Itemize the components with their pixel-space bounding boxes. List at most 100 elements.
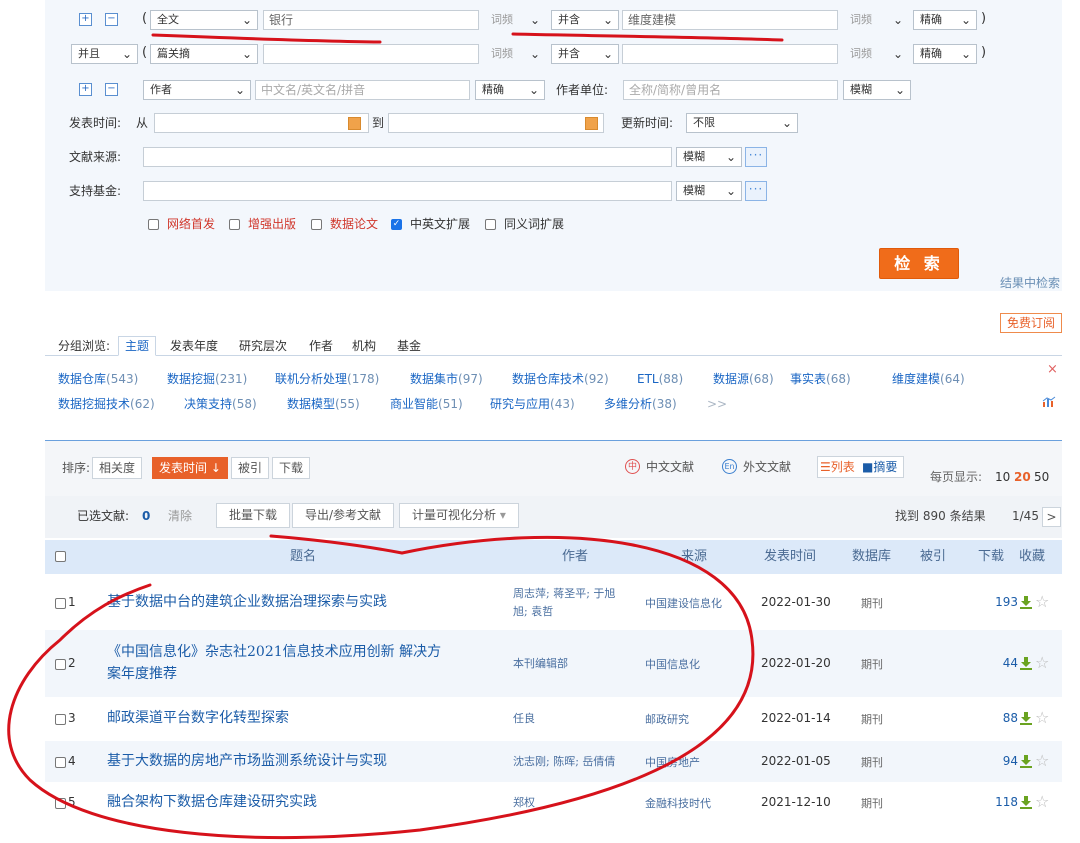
next-page-button[interactable]: > [1042, 507, 1061, 527]
keyword-chip[interactable]: ETL(88) [637, 371, 683, 387]
freq-select-3[interactable]: 词频 ⌄ [484, 44, 546, 64]
option-checkbox-data-paper[interactable] [311, 219, 322, 230]
group-tab-level[interactable]: 研究层次 [239, 338, 287, 354]
sort-cited[interactable]: 被引 [231, 457, 270, 479]
keyword-input-1[interactable]: 银行 [263, 10, 479, 30]
keyword-chip[interactable]: 数据源(68) [713, 371, 774, 387]
keyword-chip[interactable]: 维度建模(64) [892, 371, 965, 387]
col-cited[interactable]: 被引 [920, 549, 946, 565]
option-checkbox-zh-en[interactable]: ✓ [391, 219, 402, 230]
logic-select-2[interactable]: 并含 ⌄ [551, 44, 619, 64]
row-author[interactable]: 周志萍; 蒋圣平; 于旭 [513, 586, 615, 602]
search-button[interactable]: 检 索 [879, 248, 959, 279]
row-title-line2[interactable]: 案年度推荐 [107, 664, 177, 685]
row-downloads[interactable]: 94 [1003, 754, 1018, 768]
match-select-2[interactable]: 精确 ⌄ [913, 44, 977, 64]
col-date[interactable]: 发表时间 [764, 549, 816, 565]
date-from-input[interactable] [154, 113, 369, 133]
row-checkbox[interactable] [55, 756, 66, 768]
row-title[interactable]: 邮政渠道平台数字化转型探索 [107, 708, 289, 729]
update-time-select[interactable]: 不限 ⌄ [686, 113, 798, 133]
field-select-1[interactable]: 全文 ⌄ [150, 10, 258, 30]
option-checkbox-synonym[interactable] [485, 219, 496, 230]
group-tab-author[interactable]: 作者 [309, 338, 333, 354]
favorite-star-icon[interactable]: ☆ [1035, 751, 1049, 770]
remove-row-icon[interactable]: − [105, 83, 118, 96]
keyword-input-3[interactable] [263, 44, 479, 64]
row-source[interactable]: 金融科技时代 [645, 795, 711, 811]
keyword-chip[interactable]: 商业智能(51) [390, 396, 463, 412]
keyword-chip[interactable]: 研究与应用(43) [490, 396, 575, 412]
row-checkbox[interactable] [55, 658, 66, 670]
row-author[interactable]: 本刊编辑部 [513, 656, 568, 672]
keyword-chip[interactable]: 事实表(68) [790, 371, 851, 387]
favorite-star-icon[interactable]: ☆ [1035, 653, 1049, 672]
search-in-results-link[interactable]: 结果中检索 [1000, 274, 1060, 291]
keyword-chip[interactable]: 数据仓库技术(92) [512, 371, 609, 387]
favorite-star-icon[interactable]: ☆ [1035, 708, 1049, 727]
download-icon[interactable] [1020, 754, 1032, 768]
row-author[interactable]: 任良 [513, 711, 535, 727]
freq-select-2[interactable]: 词频 ⌄ [843, 10, 909, 30]
add-row-icon[interactable]: + [79, 13, 92, 26]
row-downloads[interactable]: 88 [1003, 711, 1018, 725]
keyword-chip[interactable]: 数据模型(55) [287, 396, 360, 412]
row-downloads[interactable]: 44 [1003, 656, 1018, 670]
col-download[interactable]: 下载 [978, 549, 1004, 565]
batch-download-button[interactable]: 批量下载 [216, 503, 291, 528]
chart-icon[interactable] [1042, 396, 1056, 408]
source-match-select[interactable]: 模糊 ⌄ [676, 147, 742, 167]
group-more-link[interactable]: >> [707, 396, 727, 412]
keyword-chip[interactable]: 联机分析处理(178) [275, 371, 379, 387]
view-list-button[interactable]: ☰列表 [820, 457, 855, 477]
row-op-select[interactable]: 并且 ⌄ [71, 44, 138, 64]
option-checkbox-enhanced[interactable] [229, 219, 240, 230]
favorite-star-icon[interactable]: ☆ [1035, 792, 1049, 811]
keyword-chip[interactable]: 数据挖掘技术(62) [58, 396, 155, 412]
row-checkbox[interactable] [55, 797, 66, 809]
sort-relevance[interactable]: 相关度 [92, 457, 143, 479]
freq-select-4[interactable]: 词频 ⌄ [843, 44, 909, 64]
keyword-chip[interactable]: 数据集市(97) [410, 371, 483, 387]
fund-match-select[interactable]: 模糊 ⌄ [676, 181, 742, 201]
per-page-10[interactable]: 10 [995, 467, 1010, 487]
clear-link[interactable]: 清除 [168, 506, 192, 526]
author-field-select[interactable]: 作者 ⌄ [143, 80, 251, 100]
keyword-chip[interactable]: 决策支持(58) [184, 396, 257, 412]
foreign-docs-link[interactable]: 外文文献 [743, 457, 791, 477]
download-icon[interactable] [1020, 712, 1032, 725]
favorite-star-icon[interactable]: ☆ [1035, 592, 1049, 611]
row-author-line2[interactable]: 旭; 袁哲 [513, 604, 553, 620]
calendar-icon[interactable] [585, 117, 598, 130]
sort-date[interactable]: 发表时间 ↓ [152, 457, 228, 479]
row-source[interactable]: 邮政研究 [645, 711, 689, 727]
row-author[interactable]: 沈志刚; 陈晖; 岳倩倩 [513, 754, 615, 770]
field-select-2[interactable]: 篇关摘 ⌄ [150, 44, 258, 64]
per-page-50[interactable]: 50 [1034, 467, 1049, 487]
group-tab-institution[interactable]: 机构 [352, 338, 376, 354]
keyword-input-2[interactable]: 维度建模 [622, 10, 838, 30]
fund-more-button[interactable]: ··· [745, 181, 767, 201]
export-button[interactable]: 导出/参考文献 [292, 503, 395, 528]
author-input[interactable]: 中文名/英文名/拼音 [255, 80, 470, 100]
author-match-select[interactable]: 精确 ⌄ [475, 80, 545, 100]
sort-download[interactable]: 下载 [272, 457, 311, 479]
keyword-chip[interactable]: 多维分析(38) [604, 396, 677, 412]
download-icon[interactable] [1020, 795, 1032, 809]
row-title[interactable]: 基于数据中台的建筑企业数据治理探索与实践 [107, 592, 387, 613]
row-downloads[interactable]: 193 [995, 595, 1018, 609]
fund-input[interactable] [143, 181, 672, 201]
option-checkbox-online-first[interactable] [148, 219, 159, 230]
keyword-chip[interactable]: 数据仓库(543) [58, 371, 138, 387]
view-abstract-button[interactable]: ■摘要 [862, 457, 897, 477]
match-select-1[interactable]: 精确 ⌄ [913, 10, 977, 30]
add-row-icon[interactable]: + [79, 83, 92, 96]
row-title[interactable]: 《中国信息化》杂志社2021信息技术应用创新 解决方 [107, 642, 441, 663]
freq-select-1[interactable]: 词频 ⌄ [484, 10, 546, 30]
free-subscribe-button[interactable]: 免费订阅 [1000, 313, 1062, 333]
row-source[interactable]: 中国房地产 [645, 754, 700, 770]
group-tab-year[interactable]: 发表年度 [170, 338, 218, 354]
date-to-input[interactable] [388, 113, 604, 133]
select-all-checkbox[interactable] [55, 551, 66, 562]
chinese-docs-link[interactable]: 中文文献 [646, 457, 694, 477]
